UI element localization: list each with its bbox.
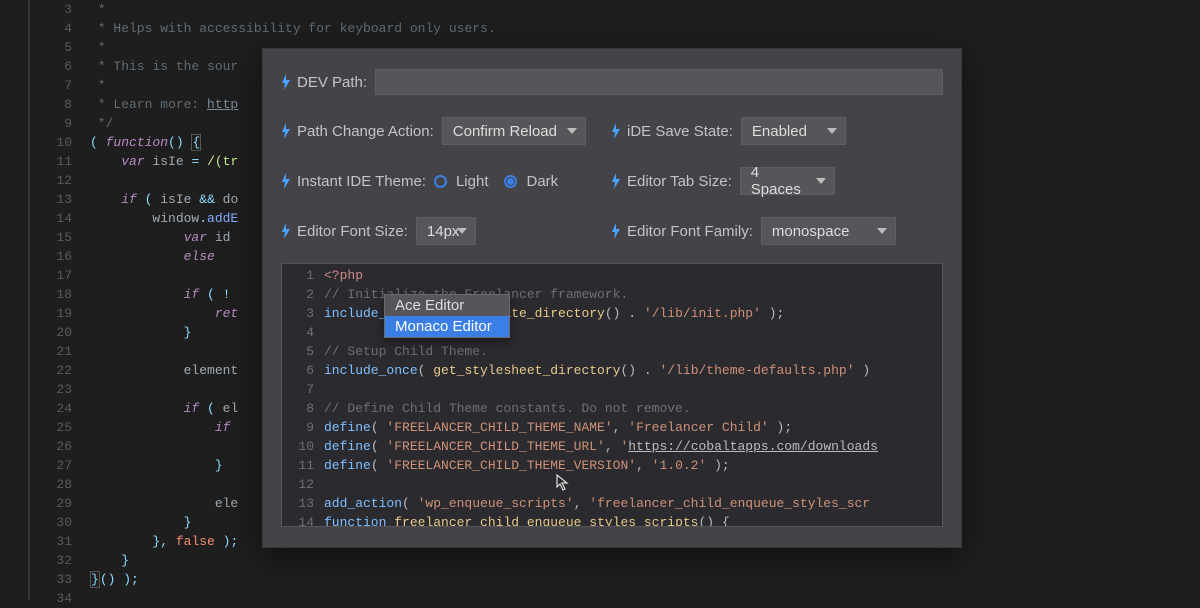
dev-path-label: DEV Path: xyxy=(297,74,367,91)
theme-light-label: Light xyxy=(456,173,489,190)
dev-path-input[interactable] xyxy=(375,69,943,95)
bolt-icon xyxy=(281,173,291,189)
cursor-icon xyxy=(556,474,570,492)
background-gutter: 3456789101112131415161718192021222324252… xyxy=(0,0,90,600)
bolt-icon xyxy=(611,173,621,189)
caret-down-icon xyxy=(567,128,577,134)
save-state-value: Enabled xyxy=(752,123,807,140)
caret-down-icon xyxy=(827,128,837,134)
font-family-label: Editor Font Family: xyxy=(627,223,753,240)
bolt-icon xyxy=(281,223,291,239)
theme-dark-radio[interactable] xyxy=(504,175,517,188)
path-change-action-value: Confirm Reload xyxy=(453,123,557,140)
theme-dark-label: Dark xyxy=(526,173,558,190)
caret-down-icon xyxy=(877,228,887,234)
active-editor-option-ace[interactable]: Ace Editor xyxy=(385,295,509,316)
caret-down-icon xyxy=(816,178,826,184)
theme-radio-group: Light Dark xyxy=(434,173,568,190)
tab-size-value: 4 Spaces xyxy=(751,164,806,198)
active-editor-dropdown: Ace Editor Monaco Editor xyxy=(384,294,510,338)
settings-panel: DEV Path: Path Change Action: Confirm Re… xyxy=(262,48,962,548)
inner-gutter: 1234567891011121314 xyxy=(282,264,324,526)
tab-size-select[interactable]: 4 Spaces xyxy=(740,167,835,195)
bolt-icon xyxy=(611,123,621,139)
inner-code-editor[interactable]: 1234567891011121314 <?php// Initialize t… xyxy=(281,263,943,527)
active-editor-option-monaco[interactable]: Monaco Editor xyxy=(385,316,509,337)
font-family-value: monospace xyxy=(772,223,850,240)
bolt-icon xyxy=(281,123,291,139)
save-state-label: iDE Save State: xyxy=(627,123,733,140)
theme-label: Instant IDE Theme: xyxy=(297,173,426,190)
bolt-icon xyxy=(281,74,291,90)
font-size-label: Editor Font Size: xyxy=(297,223,408,240)
path-change-action-select[interactable]: Confirm Reload xyxy=(442,117,586,145)
font-family-select[interactable]: monospace xyxy=(761,217,896,245)
caret-down-icon xyxy=(457,228,467,234)
font-size-select[interactable]: 14px xyxy=(416,217,476,245)
save-state-select[interactable]: Enabled xyxy=(741,117,846,145)
bolt-icon xyxy=(611,223,621,239)
font-size-value: 14px xyxy=(427,223,460,240)
theme-light-radio[interactable] xyxy=(434,175,447,188)
path-change-action-label: Path Change Action: xyxy=(297,123,434,140)
tab-size-label: Editor Tab Size: xyxy=(627,173,732,190)
